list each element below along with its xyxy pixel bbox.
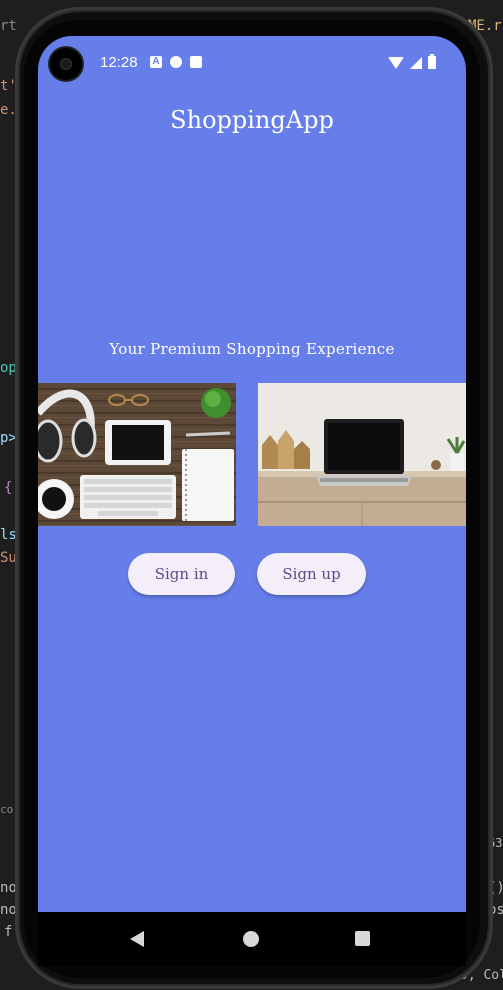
editor-fragment: Su: [0, 550, 17, 566]
sd-card-icon: [190, 56, 202, 68]
editor-fragment: os: [488, 902, 503, 918]
editor-fragment: ls: [0, 527, 17, 543]
editor-fragment: (): [488, 880, 503, 896]
tagline: Your Premium Shopping Experience: [109, 340, 395, 358]
recents-icon[interactable]: [355, 931, 370, 946]
a-notification-icon: A: [150, 56, 162, 68]
desk-accessories-image: [38, 383, 236, 526]
back-icon[interactable]: [130, 931, 144, 947]
home-icon[interactable]: [243, 931, 259, 947]
sign-up-button[interactable]: Sign up: [257, 553, 366, 595]
editor-fragment: 63: [488, 836, 503, 850]
editor-fragment: no: [0, 902, 17, 918]
editor-fragment: e.: [0, 102, 17, 118]
editor-fragment: no: [0, 880, 17, 896]
editor-fragment: t': [0, 78, 17, 94]
sign-in-button[interactable]: Sign in: [128, 553, 235, 595]
wifi-icon: [388, 56, 404, 69]
android-navigation-bar: [38, 912, 466, 966]
p-notification-icon: [170, 56, 182, 68]
editor-fragment: p>: [0, 430, 17, 446]
laptop-desk-image: [258, 383, 466, 526]
app-title: ShoppingApp: [170, 106, 334, 134]
front-camera: [50, 48, 82, 80]
status-notification-icons: A: [150, 56, 202, 68]
editor-fragment: f: [4, 924, 13, 940]
status-time: 12:28: [100, 54, 138, 71]
editor-fragment: {: [4, 480, 13, 496]
signal-icon: [410, 56, 422, 69]
editor-fragment: op: [0, 360, 17, 376]
editor-fragment: rt: [0, 18, 17, 34]
status-system-icons: [388, 54, 436, 69]
battery-icon: [428, 54, 436, 69]
editor-fragment: co: [0, 803, 14, 816]
app-screen: 12:28 A ShoppingApp Your Premium Shoppin…: [38, 36, 466, 912]
